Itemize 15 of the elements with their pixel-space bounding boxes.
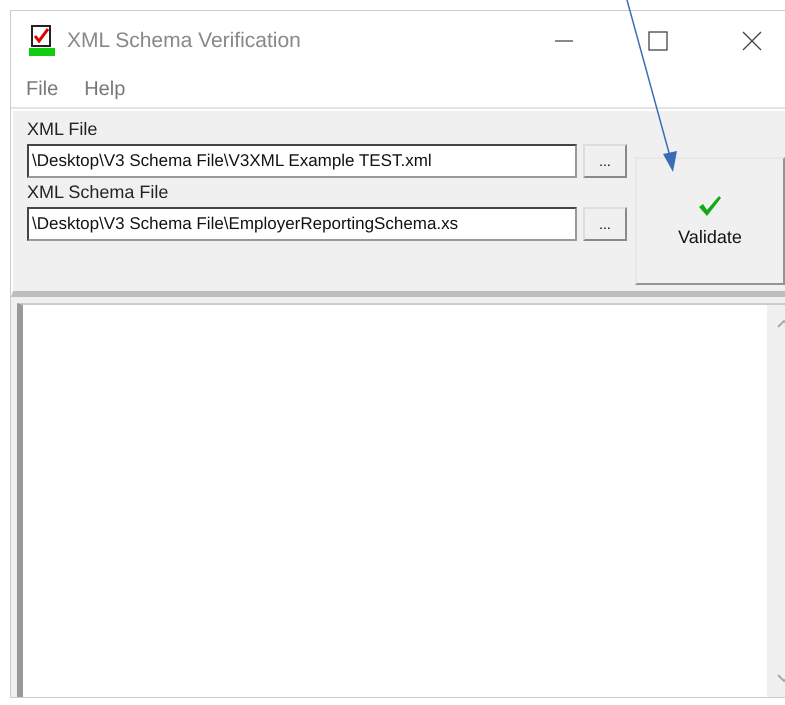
- browse-button[interactable]: ...: [583, 207, 627, 241]
- field-label: XML Schema File: [27, 182, 170, 203]
- window-title: XML Schema Verification: [67, 29, 301, 53]
- path-field[interactable]: \Desktop\V3 Schema File\EmployerReportingSchema.xs: [27, 207, 577, 241]
- checkmark-icon: [698, 194, 722, 216]
- close-icon[interactable]: [742, 31, 762, 51]
- menu-item[interactable]: Help: [84, 78, 126, 100]
- xml-checkmark-icon: [27, 24, 57, 58]
- browse-button[interactable]: ...: [583, 144, 627, 178]
- menu-item[interactable]: File: [26, 78, 58, 100]
- field-label: XML File: [27, 119, 98, 140]
- maximize-icon[interactable]: [648, 31, 668, 51]
- validate-button[interactable]: Validate: [635, 157, 785, 285]
- path-field[interactable]: \Desktop\V3 Schema File\V3XML Example TEST.xml: [27, 144, 577, 178]
- output-area[interactable]: [17, 303, 785, 697]
